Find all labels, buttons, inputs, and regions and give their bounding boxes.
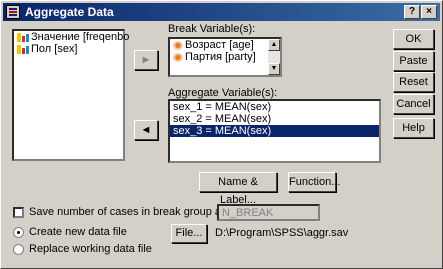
close-button[interactable]: × — [421, 5, 437, 19]
title-bar: Aggregate Data ? × — [3, 3, 440, 21]
scale-variable-icon — [17, 44, 29, 54]
file-button[interactable]: File... — [171, 224, 207, 243]
scale-variable-icon — [17, 32, 29, 42]
move-from-aggregate-button[interactable]: ◄ — [134, 120, 158, 140]
list-item[interactable]: Значение [freqenbo — [14, 31, 129, 43]
source-variable-list[interactable]: Значение [freqenbo Пол [sex] — [12, 29, 129, 161]
help-button[interactable]: Help — [393, 118, 434, 138]
break-variable-list[interactable]: Возраст [age] Партия [party] ▲ ▼ — [168, 37, 282, 77]
list-item-label: Пол [sex] — [31, 43, 78, 55]
aggregate-data-dialog: Aggregate Data ? × Значение [freqenbo По… — [0, 0, 443, 269]
list-item-label: Значение [freqenbo — [31, 31, 130, 43]
save-cases-checkbox[interactable] — [13, 207, 24, 218]
list-item-label: Возраст [age] — [185, 39, 254, 51]
break-var-name-field[interactable]: N_BREAK — [217, 204, 320, 221]
list-item[interactable]: sex_1 = MEAN(sex) — [170, 101, 379, 113]
break-list-scrollbar[interactable]: ▲ ▼ — [268, 39, 280, 75]
nominal-variable-icon — [173, 52, 183, 62]
reset-button[interactable]: Reset — [393, 72, 434, 92]
list-item[interactable]: Возраст [age] — [170, 39, 280, 51]
replace-file-label: Replace working data file — [29, 243, 152, 255]
name-label-button[interactable]: Name & Label... — [199, 172, 277, 206]
aggregate-variables-label: Aggregate Variable(s): — [168, 87, 278, 99]
spss-app-icon — [6, 5, 20, 19]
paste-button[interactable]: Paste — [393, 51, 434, 71]
ok-button[interactable]: OK — [393, 29, 434, 49]
list-item-selected[interactable]: sex_3 = MEAN(sex) — [170, 125, 379, 137]
list-item[interactable]: Партия [party] — [170, 51, 280, 63]
nominal-variable-icon — [173, 40, 183, 50]
list-item[interactable]: sex_2 = MEAN(sex) — [170, 113, 379, 125]
window-title: Aggregate Data — [25, 5, 114, 19]
file-path-text: D:\Program\SPSS\aggr.sav — [215, 227, 349, 239]
scroll-down-arrow-icon[interactable]: ▼ — [268, 63, 280, 75]
break-variables-label: Break Variable(s): — [168, 23, 256, 35]
cancel-button[interactable]: Cancel — [393, 94, 434, 114]
scroll-up-arrow-icon[interactable]: ▲ — [268, 39, 280, 51]
function-button[interactable]: Function... — [288, 172, 340, 192]
list-item[interactable]: Пол [sex] — [14, 43, 123, 55]
help-question-button[interactable]: ? — [404, 5, 420, 19]
replace-file-radio[interactable] — [13, 244, 24, 255]
aggregate-variable-list[interactable]: sex_1 = MEAN(sex) sex_2 = MEAN(sex) sex_… — [168, 99, 381, 163]
move-to-break-button[interactable]: ► — [134, 50, 158, 70]
create-new-file-radio[interactable] — [13, 227, 24, 238]
create-new-file-label: Create new data file — [29, 226, 127, 238]
list-item-label: Партия [party] — [185, 51, 256, 63]
